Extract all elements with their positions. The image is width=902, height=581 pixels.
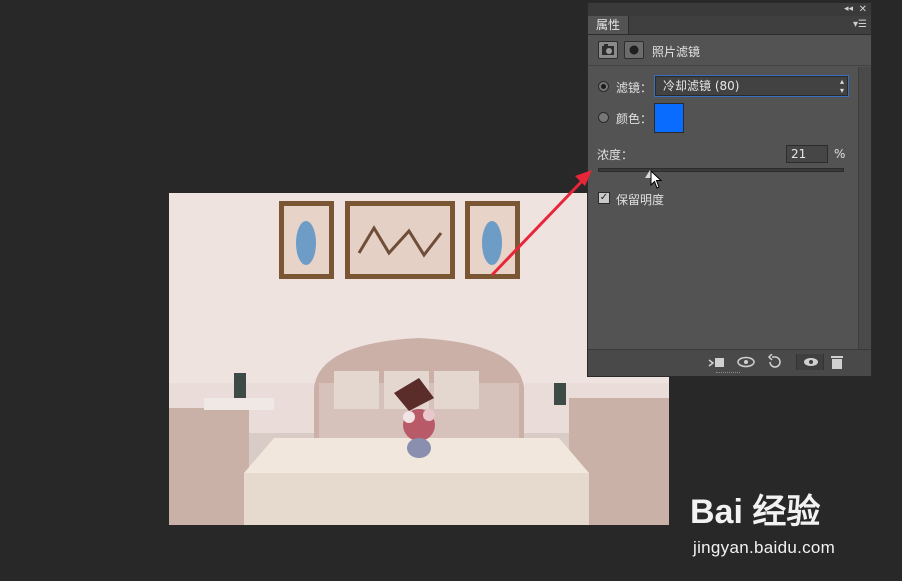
- baidu-jingyan-watermark: Bai 经验 jingyan.baidu.com: [690, 484, 890, 564]
- watermark-logo: Bai 经验: [690, 493, 821, 531]
- watermark-url: jingyan.baidu.com: [693, 538, 836, 557]
- mouse-cursor-icon: [650, 170, 663, 189]
